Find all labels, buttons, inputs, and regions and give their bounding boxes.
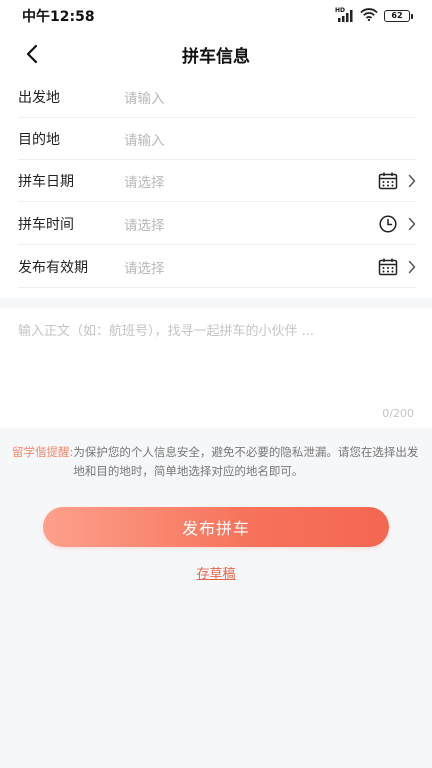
chevron-right-icon [408, 217, 416, 230]
wifi-icon [360, 7, 378, 25]
departure-label: 出发地 [18, 89, 60, 106]
status-bar: 中午12:58 HD 62 [0, 0, 432, 32]
form-row-destination[interactable]: 目的地 请输入 [18, 118, 416, 160]
carpool-date-select[interactable]: 请选择 [124, 171, 378, 191]
form-row-carpool-time[interactable]: 拼车时间 请选择 [18, 203, 416, 245]
status-time: 中午12:58 [22, 9, 95, 25]
character-counter: 0/200 [382, 407, 414, 420]
notice-label: 留学偕提醒: [12, 445, 74, 459]
battery-icon: 62 [384, 10, 413, 22]
clock-icon[interactable] [378, 214, 398, 233]
chevron-left-icon [26, 44, 38, 64]
privacy-notice: 留学偕提醒: 为保护您的个人信息安全，避免不必要的隐私泄漏。请您在选择出发地和目… [12, 443, 420, 481]
publish-carpool-button[interactable]: 发布拼车 [43, 507, 389, 547]
chevron-right-icon [408, 174, 416, 187]
carpool-form: 出发地 请输入 目的地 请输入 拼车日期 请选择 拼车时间 请选择 发布有效期 … [0, 76, 432, 298]
form-row-validity-period[interactable]: 发布有效期 请选择 [18, 246, 416, 288]
departure-input[interactable]: 请输入 [124, 87, 416, 107]
carpool-date-label: 拼车日期 [18, 173, 74, 190]
notice-text: 为保护您的个人信息安全，避免不必要的隐私泄漏。请您在选择出发地和目的地时，简单地… [73, 445, 419, 478]
status-icons: HD 62 [335, 7, 413, 25]
destination-label: 目的地 [18, 131, 60, 148]
network-label: HD [335, 7, 346, 14]
page-title: 拼车信息 [182, 46, 250, 67]
validity-period-label: 发布有效期 [18, 259, 88, 276]
chevron-right-icon [408, 260, 416, 273]
save-draft-link[interactable]: 存草稿 [0, 563, 432, 582]
signal-icon: HD [335, 7, 354, 22]
validity-period-select[interactable]: 请选择 [124, 257, 378, 277]
description-card: 0/200 [0, 308, 432, 428]
destination-input[interactable]: 请输入 [124, 129, 416, 149]
carpool-time-label: 拼车时间 [18, 216, 74, 233]
back-button[interactable] [18, 40, 46, 68]
form-row-carpool-date[interactable]: 拼车日期 请选择 [18, 160, 416, 202]
form-row-departure[interactable]: 出发地 请输入 [18, 76, 416, 118]
description-textarea[interactable] [18, 320, 414, 390]
navigation-bar: 拼车信息 [0, 32, 432, 76]
battery-level: 62 [391, 11, 403, 20]
calendar-icon[interactable] [378, 172, 398, 190]
calendar-icon[interactable] [378, 258, 398, 276]
carpool-time-select[interactable]: 请选择 [124, 214, 378, 234]
